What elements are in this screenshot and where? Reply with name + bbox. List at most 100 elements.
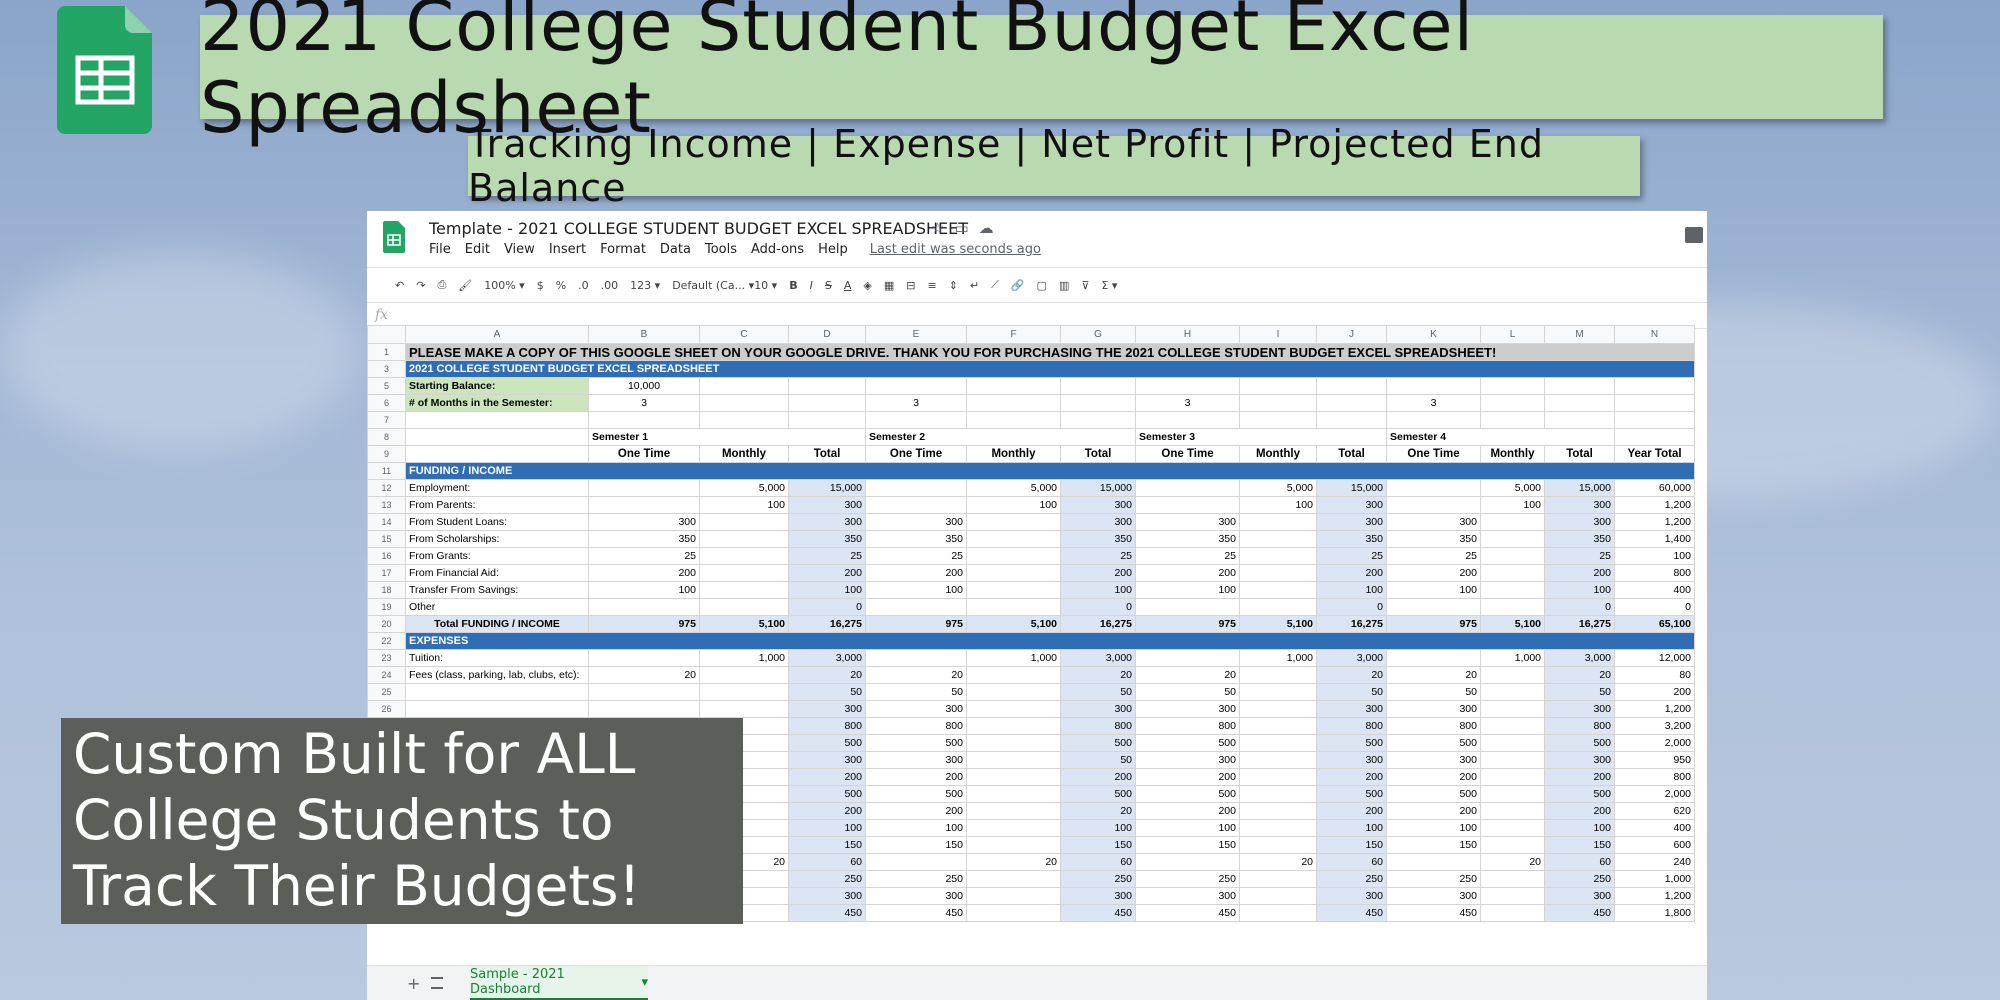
grid-cell[interactable]: 300 bbox=[1316, 887, 1387, 905]
grid-cell[interactable]: 300 bbox=[865, 751, 967, 769]
grid-cell[interactable] bbox=[588, 479, 700, 497]
grid-cell[interactable]: 15,000 bbox=[1544, 479, 1615, 497]
row-number[interactable]: 8 bbox=[367, 428, 406, 446]
grid-cell[interactable]: 500 bbox=[788, 734, 866, 752]
grid-cell[interactable]: 50 bbox=[1135, 683, 1240, 701]
grid-cell[interactable] bbox=[966, 683, 1061, 701]
grid-cell[interactable]: 200 bbox=[1614, 683, 1695, 701]
grid-cell[interactable]: 600 bbox=[1614, 836, 1695, 854]
grid-cell[interactable] bbox=[1480, 717, 1545, 735]
grid-cell[interactable] bbox=[966, 564, 1061, 582]
grid-cell[interactable]: 5,000 bbox=[966, 479, 1061, 497]
sheets-doc-icon[interactable] bbox=[383, 221, 405, 253]
grid-cell[interactable]: 200 bbox=[865, 768, 967, 786]
menu-edit[interactable]: Edit bbox=[465, 242, 490, 257]
percent-button[interactable]: % bbox=[556, 279, 566, 292]
grid-cell[interactable]: 20 bbox=[966, 853, 1061, 871]
copy-notice-cell[interactable]: PLEASE MAKE A COPY OF THIS GOOGLE SHEET … bbox=[405, 343, 1695, 361]
starting-balance-label[interactable]: Starting Balance: bbox=[405, 377, 589, 395]
menu-insert[interactable]: Insert bbox=[549, 242, 586, 257]
grid-cell[interactable] bbox=[1316, 377, 1387, 395]
redo-icon[interactable]: ↷ bbox=[416, 279, 425, 292]
row-label[interactable]: From Student Loans: bbox=[405, 513, 589, 531]
grid-cell[interactable]: 800 bbox=[1060, 717, 1136, 735]
grid-cell[interactable]: 0 bbox=[1316, 598, 1387, 616]
grid-cell[interactable]: 250 bbox=[1135, 870, 1240, 888]
grid-cell[interactable]: 300 bbox=[1386, 700, 1481, 718]
grid-cell[interactable]: 450 bbox=[1060, 904, 1136, 922]
comment-icon[interactable] bbox=[1685, 227, 1703, 243]
last-edit-link[interactable]: Last edit was seconds ago bbox=[870, 242, 1041, 257]
all-sheets-icon[interactable] bbox=[431, 977, 443, 989]
grid-cell[interactable]: 200 bbox=[1060, 564, 1136, 582]
grid-cell[interactable] bbox=[1480, 870, 1545, 888]
sheet-title-cell[interactable]: 2021 COLLEGE STUDENT BUDGET EXCEL SPREAD… bbox=[405, 360, 1695, 378]
menu-data[interactable]: Data bbox=[660, 242, 691, 257]
grid-cell[interactable] bbox=[699, 666, 789, 684]
grid-cell[interactable]: 250 bbox=[788, 870, 866, 888]
grid-cell[interactable]: 500 bbox=[1060, 785, 1136, 803]
grid-cell[interactable]: 350 bbox=[1135, 530, 1240, 548]
row-number[interactable]: 16 bbox=[367, 547, 406, 565]
grid-cell[interactable]: 100 bbox=[1316, 819, 1387, 837]
grid-cell[interactable]: 100 bbox=[1480, 496, 1545, 514]
grid-cell[interactable]: 20 bbox=[865, 666, 967, 684]
functions-button[interactable]: Σ ▾ bbox=[1101, 279, 1117, 292]
grid-cell[interactable] bbox=[1135, 496, 1240, 514]
row-label[interactable]: Transfer From Savings: bbox=[405, 581, 589, 599]
grid-cell[interactable]: 300 bbox=[1060, 496, 1136, 514]
grid-cell[interactable] bbox=[1614, 411, 1695, 429]
grid-cell[interactable] bbox=[1239, 819, 1317, 837]
grid-cell[interactable]: 20 bbox=[1544, 666, 1615, 684]
grid-cell[interactable]: 200 bbox=[1135, 768, 1240, 786]
grid-cell[interactable]: 20 bbox=[1386, 666, 1481, 684]
grid-cell[interactable] bbox=[1614, 377, 1695, 395]
grid-cell[interactable]: 300 bbox=[788, 751, 866, 769]
grid-cell[interactable] bbox=[966, 870, 1061, 888]
grid-cell[interactable]: 5,000 bbox=[1239, 479, 1317, 497]
column-header[interactable]: I bbox=[1239, 325, 1317, 344]
grid-cell[interactable]: 950 bbox=[1614, 751, 1695, 769]
grid-cell[interactable]: 500 bbox=[1316, 785, 1387, 803]
subhead-total[interactable]: Total bbox=[1544, 445, 1615, 463]
grid-cell[interactable]: 50 bbox=[865, 683, 967, 701]
grid-cell[interactable] bbox=[1060, 394, 1136, 412]
insert-chart-icon[interactable]: ▥ bbox=[1059, 279, 1069, 292]
grid-cell[interactable] bbox=[1239, 768, 1317, 786]
row-label[interactable]: Other bbox=[405, 598, 589, 616]
grid-cell[interactable]: 0 bbox=[1060, 598, 1136, 616]
grid-cell[interactable]: 300 bbox=[788, 700, 866, 718]
grid-cell[interactable]: 20 bbox=[1135, 666, 1240, 684]
grid-cell[interactable]: 50 bbox=[1316, 683, 1387, 701]
grid-cell[interactable] bbox=[1480, 530, 1545, 548]
grid-cell[interactable]: 0 bbox=[1544, 598, 1615, 616]
row-number[interactable]: 18 bbox=[367, 581, 406, 599]
grid-cell[interactable]: 300 bbox=[1544, 751, 1615, 769]
grid-cell[interactable]: 350 bbox=[1386, 530, 1481, 548]
grid-cell[interactable]: 3,000 bbox=[1060, 649, 1136, 667]
print-icon[interactable]: ⎙ bbox=[437, 278, 446, 292]
grid-cell[interactable]: 25 bbox=[1060, 547, 1136, 565]
grid-cell[interactable] bbox=[1544, 411, 1615, 429]
grid-cell[interactable]: 100 bbox=[1544, 581, 1615, 599]
grid-cell[interactable] bbox=[1480, 666, 1545, 684]
text-rotation-icon[interactable]: ⟋ bbox=[991, 278, 999, 292]
grid-cell[interactable]: 800 bbox=[1614, 564, 1695, 582]
starting-balance-cell[interactable]: 10,000 bbox=[588, 377, 700, 395]
column-header[interactable]: C bbox=[699, 325, 789, 344]
grid-cell[interactable] bbox=[1480, 819, 1545, 837]
menu-tools[interactable]: Tools bbox=[705, 242, 737, 257]
grid-cell[interactable] bbox=[1386, 377, 1481, 395]
row-label[interactable] bbox=[405, 700, 589, 718]
row-label[interactable]: Employment: bbox=[405, 479, 589, 497]
insert-link-icon[interactable]: 🔗 bbox=[1011, 279, 1025, 292]
grid-cell[interactable] bbox=[1239, 802, 1317, 820]
menu-file[interactable]: File bbox=[429, 242, 451, 257]
grid-cell[interactable]: 300 bbox=[865, 513, 967, 531]
grid-cell[interactable]: 100 bbox=[588, 581, 700, 599]
grid-cell[interactable]: 100 bbox=[1060, 819, 1136, 837]
grid-cell[interactable] bbox=[966, 717, 1061, 735]
months-cell[interactable]: 3 bbox=[588, 394, 700, 412]
grid-cell[interactable] bbox=[1386, 649, 1481, 667]
semester-label[interactable]: Semester 1 bbox=[588, 428, 866, 446]
